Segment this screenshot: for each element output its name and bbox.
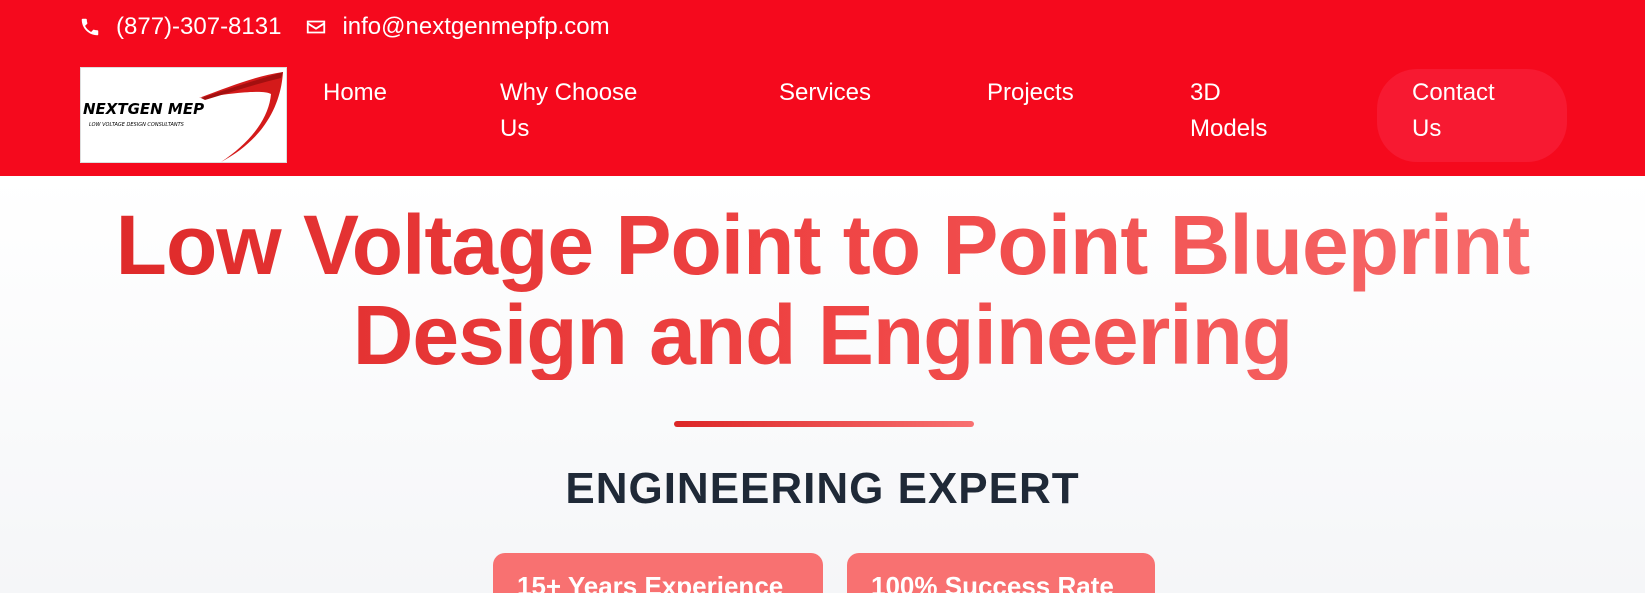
hero-title-line1: Low Voltage Point to Point Blueprint [115, 198, 1530, 292]
phone-contact[interactable]: (877)-307-8131 [79, 13, 281, 41]
nav-home[interactable]: Home [323, 75, 387, 111]
email-contact[interactable]: info@nextgenmepfp.com [305, 13, 610, 41]
main-navbar: NEXTGEN MEP LOW VOLTAGE DESIGN CONSULTAN… [0, 53, 1645, 176]
phone-icon [81, 18, 99, 35]
title-divider [674, 421, 974, 427]
nav-services-label: Services [779, 79, 872, 106]
badge-success-rate: 100% Success Rate [847, 553, 1155, 593]
logo-brand-text: NEXTGEN MEP [83, 100, 204, 118]
nav-home-label: Home [323, 79, 388, 106]
badge-experience: 15+ Years Experience [493, 553, 823, 593]
hero-title: Low Voltage Point to Point Blueprint Des… [0, 200, 1645, 380]
nav-contact-us[interactable]: Contact Us [1377, 69, 1567, 162]
logo-graphic: NEXTGEN MEP LOW VOLTAGE DESIGN CONSULTAN… [83, 72, 283, 162]
nav-services[interactable]: Services [779, 75, 871, 111]
nextgen-logo[interactable]: NEXTGEN MEP LOW VOLTAGE DESIGN CONSULTAN… [80, 67, 287, 163]
nav-projects-label: Projects [987, 79, 1074, 106]
phone-number[interactable]: (877)-307-8131 [116, 13, 281, 41]
nav-projects[interactable]: Projects [987, 75, 1074, 111]
nav-why-line2: Us [500, 115, 530, 142]
hero-section: Low Voltage Point to Point Blueprint Des… [0, 176, 1645, 593]
nav-contact-line2: Us [1412, 115, 1442, 142]
top-contact-bar: (877)-307-8131 info@nextgenmepfp.com [0, 0, 1645, 53]
nav-why-choose-us[interactable]: Why Choose Us [500, 75, 637, 147]
nav-models-line2: Models [1190, 115, 1268, 142]
hero-subtitle: ENGINEERING EXPERT [565, 464, 1080, 513]
logo-tagline-text: LOW VOLTAGE DESIGN CONSULTANTS [89, 122, 185, 128]
nav-3d-models[interactable]: 3D Models [1190, 75, 1267, 147]
hero-title-line2: Design and Engineering [352, 288, 1293, 382]
nav-why-line1: Why Choose [500, 79, 638, 106]
nav-contact-line1: Contact [1412, 79, 1495, 106]
envelope-icon [307, 20, 326, 33]
email-address[interactable]: info@nextgenmepfp.com [342, 13, 609, 41]
nav-models-line1: 3D [1190, 79, 1221, 106]
